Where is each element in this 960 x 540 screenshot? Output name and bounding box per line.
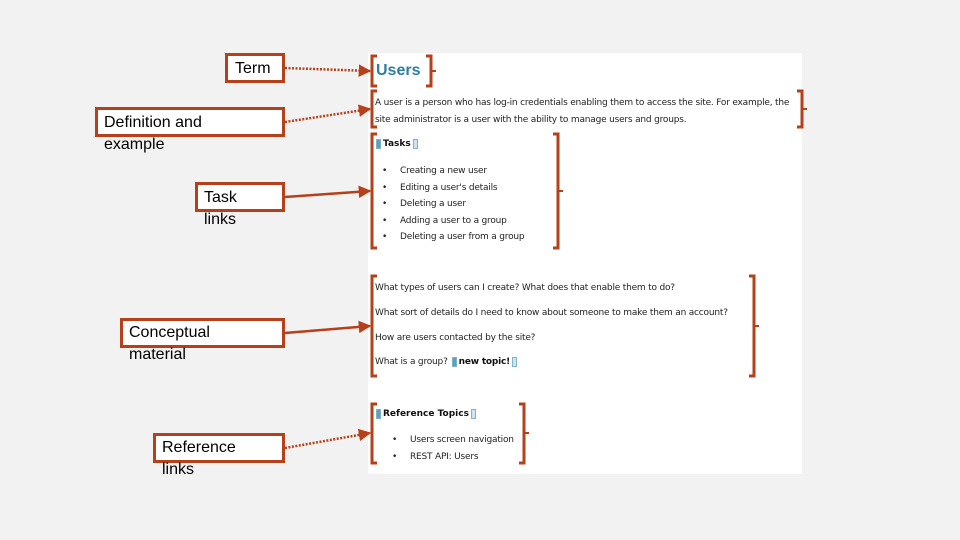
tasks-label: Task links	[204, 189, 237, 228]
document-title: Users	[376, 62, 421, 79]
tasks-heading: Tasks	[374, 139, 420, 149]
tag-open-icon	[376, 409, 381, 419]
task-link[interactable]: Adding a user to a group	[382, 213, 524, 230]
reference-label: Reference links	[162, 439, 236, 478]
conceptual-arrow	[284, 320, 372, 335]
new-topic-badge: new topic!	[458, 357, 511, 367]
concept-question[interactable]: What sort of details do I need to know a…	[375, 308, 728, 318]
tag-close-icon	[412, 139, 418, 149]
task-link[interactable]: Editing a user's details	[382, 180, 524, 197]
reference-list: Users screen navigation REST API: Users	[392, 432, 514, 465]
reference-heading-text: Reference Topics	[383, 409, 469, 419]
task-link[interactable]: Creating a new user	[382, 163, 524, 180]
task-link[interactable]: Deleting a user from a group	[382, 229, 525, 246]
task-link[interactable]: Deleting a user	[382, 196, 524, 213]
definition-arrow	[284, 104, 372, 124]
reference-link[interactable]: Users screen navigation	[392, 432, 514, 449]
tag-close-icon	[512, 357, 518, 367]
reference-heading: Reference Topics	[374, 409, 478, 419]
definition-line-2: site administrator is a user with the ab…	[375, 115, 687, 125]
reference-arrow	[284, 428, 372, 450]
tasks-arrow	[284, 185, 372, 199]
tag-open-icon	[451, 357, 457, 367]
conceptual-label: Conceptual material	[129, 324, 210, 363]
reference-link[interactable]: REST API: Users	[392, 449, 514, 466]
term-arrow	[284, 64, 372, 77]
definition-label: Definition and example	[104, 114, 202, 153]
term-label: Term	[235, 60, 271, 77]
tag-open-icon	[376, 139, 381, 149]
definition-line-1: A user is a person who has log-in creden…	[375, 98, 790, 108]
document-page: Users A user is a person who has log-in …	[368, 53, 802, 474]
task-list: Creating a new user Editing a user's det…	[382, 163, 525, 246]
concept-question[interactable]: What types of users can I create? What d…	[375, 283, 675, 293]
concept-question[interactable]: How are users contacted by the site?	[375, 333, 535, 343]
tag-close-icon	[470, 409, 476, 419]
tasks-heading-text: Tasks	[383, 139, 411, 149]
concept-question-row: What is a group? new topic!	[375, 357, 519, 367]
concept-question[interactable]: What is a group?	[375, 357, 448, 367]
